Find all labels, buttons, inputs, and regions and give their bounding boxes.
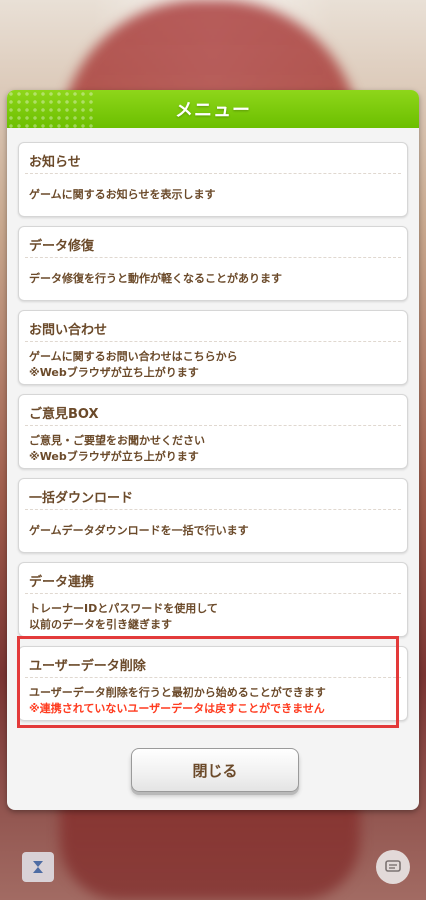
menu-item-desc: ユーザーデータ削除を行うと最初から始めることができます ※連携されていないユーザ… xyxy=(29,685,399,717)
menu-item-desc: ゲームに関するお問い合わせはこちらから ※Webブラウザが立ち上がります xyxy=(29,349,399,381)
desc-line-1: ご意見・ご要望をお聞かせください xyxy=(29,434,205,447)
header-pattern xyxy=(7,90,97,128)
warning-text: ※連携されていないユーザーデータは戻すことができません xyxy=(29,702,325,715)
menu-item-notice[interactable]: お知らせ ゲームに関するお知らせを表示します xyxy=(18,142,408,217)
menu-item-title: ご意見BOX xyxy=(29,407,99,422)
desc-line-1: トレーナーIDとパスワードを使用して xyxy=(29,602,218,615)
menu-item-title: お知らせ xyxy=(29,155,81,170)
desc-line-2: 以前のデータを引き継ぎます xyxy=(29,618,172,631)
menu-item-data-repair[interactable]: データ修復 データ修復を行うと動作が軽くなることがあります xyxy=(18,226,408,301)
divider xyxy=(25,593,401,594)
close-button[interactable]: 閉じる xyxy=(131,748,299,792)
menu-item-title: データ連携 xyxy=(29,575,95,590)
divider xyxy=(25,425,401,426)
menu-list: お知らせ ゲームに関するお知らせを表示します データ修復 データ修復を行うと動作… xyxy=(18,142,408,730)
menu-item-delete-user-data[interactable]: ユーザーデータ削除 ユーザーデータ削除を行うと最初から始めることができます ※連… xyxy=(18,646,408,721)
divider xyxy=(25,257,401,258)
menu-dialog: メニュー お知らせ ゲームに関するお知らせを表示します データ修復 データ修復を… xyxy=(7,90,419,810)
divider xyxy=(25,509,401,510)
menu-item-bulk-download[interactable]: 一括ダウンロード ゲームデータダウンロードを一括で行います xyxy=(18,478,408,553)
desc-line-2: ※Webブラウザが立ち上がります xyxy=(29,366,199,379)
app-menu-icon[interactable] xyxy=(22,852,54,882)
menu-item-desc: データ修復を行うと動作が軽くなることがあります xyxy=(29,272,282,285)
desc-line-1: ユーザーデータ削除を行うと最初から始めることができます xyxy=(29,686,326,699)
menu-item-desc: ゲームに関するお知らせを表示します xyxy=(29,188,216,201)
menu-item-desc: トレーナーIDとパスワードを使用して 以前のデータを引き継ぎます xyxy=(29,601,399,633)
divider xyxy=(25,341,401,342)
dialog-header: メニュー xyxy=(7,90,419,128)
menu-item-title: ユーザーデータ削除 xyxy=(29,659,146,674)
menu-item-feedback-box[interactable]: ご意見BOX ご意見・ご要望をお聞かせください ※Webブラウザが立ち上がります xyxy=(18,394,408,469)
divider xyxy=(25,173,401,174)
chat-icon[interactable] xyxy=(376,850,410,884)
desc-line-2: ※Webブラウザが立ち上がります xyxy=(29,450,199,463)
menu-item-contact[interactable]: お問い合わせ ゲームに関するお問い合わせはこちらから ※Webブラウザが立ち上が… xyxy=(18,310,408,385)
menu-item-desc: ゲームデータダウンロードを一括で行います xyxy=(29,524,249,537)
menu-item-desc: ご意見・ご要望をお聞かせください ※Webブラウザが立ち上がります xyxy=(29,433,399,465)
divider xyxy=(25,677,401,678)
menu-item-title: お問い合わせ xyxy=(29,323,108,338)
dialog-title: メニュー xyxy=(175,100,251,121)
menu-item-title: データ修復 xyxy=(29,239,95,254)
menu-item-data-link[interactable]: データ連携 トレーナーIDとパスワードを使用して 以前のデータを引き継ぎます xyxy=(18,562,408,637)
desc-line-1: ゲームに関するお問い合わせはこちらから xyxy=(29,350,238,363)
menu-item-title: 一括ダウンロード xyxy=(29,491,134,506)
